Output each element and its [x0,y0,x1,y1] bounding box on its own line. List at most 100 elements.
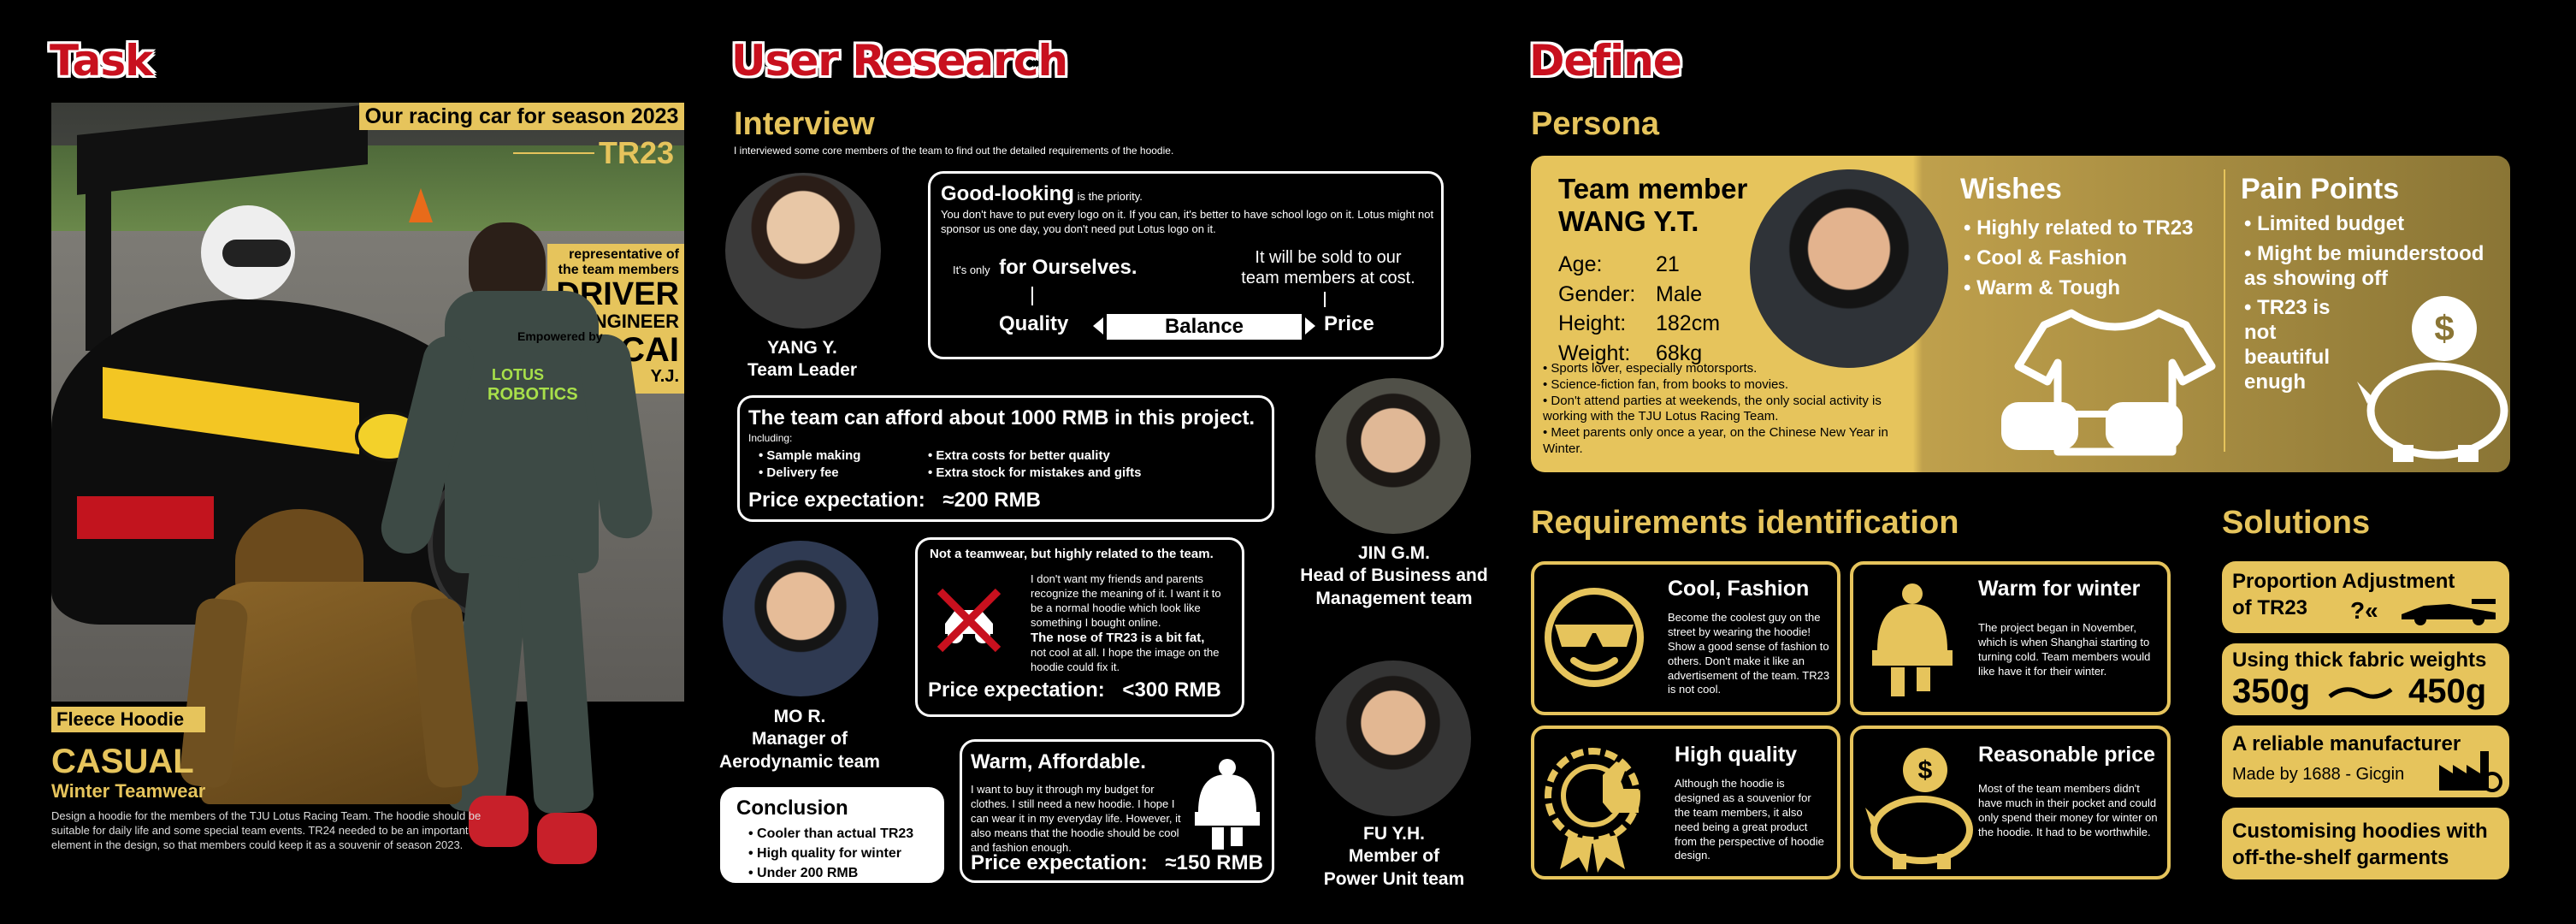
jin-right-item: Extra stock for mistakes and gifts [928,465,1141,482]
persona-bullet: Don't attend parties at weekends, the on… [1543,394,1911,426]
pain-item: Limited budget [2244,212,2501,237]
mo-quote-bubble: Not a teamwear, but highly related to th… [915,537,1244,717]
fleece-hoodie-label: Fleece Hoodie [51,707,205,732]
req-body-cool: Become the coolest guy on the street by … [1668,611,1830,696]
pain-item: Might be miunderstood as showing off [2244,242,2501,292]
interview-heading: Interview [734,106,875,142]
yang-its-only: It's only [953,264,990,276]
fu-quote-bubble: Warm, Affordable. I want to buy it throu… [960,739,1274,883]
persona-card: Team member WANG Y.T. Age: 21 Gender: Male… [1531,156,2510,472]
mo-role-line1: Manager of [751,729,848,749]
solution-fabric-from: 350g [2232,672,2311,710]
beanie-icon [1186,757,1268,851]
piggy-bank-icon: $ [1862,743,1976,871]
pain-item: TR23 is not beautiful enugh [2244,296,2364,394]
svg-text:$: $ [2434,308,2454,348]
factory-icon [2437,748,2502,792]
yang-role: Team Leader [747,360,857,381]
yang-balance: Balance [1107,314,1302,340]
persona-title-line2: WANG Y.T. [1558,204,1699,237]
arrow-down-right [1324,292,1326,307]
svg-text:$: $ [1918,756,1933,785]
req-title-quality: High quality [1675,743,1798,767]
arrow-down-left [1031,287,1033,305]
yang-price: Price [1324,312,1374,335]
piggy-bank-coin-icon: $ [2352,291,2510,462]
mo-quote-title: Not a teamwear, but highly related to th… [930,547,1214,561]
persona-title-line1: Team member [1558,173,1748,204]
jin-left-item: Delivery fee [759,465,860,482]
yang-quote-title: Good-looking [941,182,1074,205]
req-body-warm: The project began in November, which is … [1978,621,2151,678]
question-arrow-icon: ?« [2350,597,2378,624]
conclusion-title: Conclusion [736,797,848,820]
solution-proportion: Proportion Adjustment of TR23 ?« [2222,561,2509,633]
mo-quote-body2: not cool at all. I hope the image on the… [1031,646,1220,673]
no-car-icon [930,581,1008,660]
jin-price-value: ≈200 RMB [942,489,1041,512]
solution-customising-line1: Customising hoodies with [2232,820,2488,843]
persona-heading: Persona [1531,106,1659,142]
persona-field-label: Age: [1558,252,1603,276]
jin-right-item: Extra costs for better quality [928,447,1142,465]
solution-customising-line2: off-the-shelf garments [2232,846,2449,870]
avatar-fu [1315,660,1471,816]
mo-price-label: Price expectation: [928,678,1105,702]
avatar-wang [1750,169,1948,368]
mo-role-line2: Aerodynamic team [719,751,880,772]
yang-sold-line2: team members at cost. [1241,269,1415,287]
avatar-jin [1315,378,1471,534]
fu-role-line2: Power Unit team [1323,868,1465,889]
jin-left-item: Sample making [759,447,860,465]
req-card-cool: Cool, Fashion Become the coolest guy on … [1531,561,1840,715]
persona-divider [2224,169,2225,452]
solution-manufacturer-title: A reliable manufacturer [2232,732,2461,755]
solution-fabric: Using thick fabric weights 350g 450g [2222,643,2509,715]
avatar-mo [723,541,878,696]
persona-bullet: Science-fiction fan, from books to movie… [1543,377,1911,394]
avatar-yang [725,173,881,329]
req-title-warm: Warm for winter [1978,577,2141,601]
tilde-arrow-icon [2326,684,2395,702]
yang-sold-line1: It will be sold to our [1255,248,1402,267]
suit-text-robotics: ROBOTICS [487,385,578,404]
conclusion-item: Cooler than actual TR23 [748,824,913,844]
winter-teamwear-label: Winter Teamwear [51,780,206,802]
pain-points-title: Pain Points [2241,173,2400,205]
solution-manufacturer: A reliable manufacturer Made by 1688 - G… [2222,726,2509,797]
persona-bullet: Meet parents only once a year, on the Ch… [1543,425,1911,458]
solution-fabric-title: Using thick fabric weights [2232,649,2487,672]
req-body-quality: Although the hoodie is designed as a sou… [1675,777,1824,862]
jin-role-line1: Head of Business and [1300,566,1488,586]
persona-field-value: 182cm [1656,311,1721,335]
suit-text-empowered: Empowered by [517,329,603,343]
define-title: Define [1529,36,1682,86]
wish-item: Cool & Fashion [1964,244,2193,274]
conclusion-card: Conclusion Cooler than actual TR23 High … [720,787,944,883]
task-description: Design a hoodie for the members of the T… [51,809,482,851]
casual-label: CASUAL [51,743,194,780]
fu-role-line1: Member of [1348,846,1440,867]
mo-name: MO R. [773,707,826,726]
wish-item: Warm & Tough [1964,274,2193,304]
req-body-price: Most of the team members didn't have muc… [1978,782,2158,838]
conclusion-item: Under 200 RMB [748,863,913,883]
yang-quality: Quality [999,312,1069,335]
persona-field-label: Gender: [1558,281,1636,306]
jin-price-label: Price expectation: [748,489,925,512]
jin-right-list: Extra costs for better quality Extra sto… [928,447,1142,482]
yang-name: YANG Y. [767,338,837,358]
yang-quote-body: You don't have to put every logo on it. … [941,208,1434,235]
mo-price-value: <300 RMB [1122,678,1221,702]
persona-field-value: Male [1656,281,1703,306]
suit-text-lotus: LOTUS [492,366,544,383]
wishes-title: Wishes [1960,173,2062,205]
conclusion-item: High quality for winter [748,844,913,863]
tshirt-glasses-icon [1993,306,2241,460]
yang-for-ourselves: for Ourselves. [999,256,1137,279]
jin-left-list: Sample making Delivery fee [759,447,860,481]
conclusion-list: Cooler than actual TR23 High quality for… [748,824,913,884]
quality-badge-icon [1543,741,1654,874]
jin-including: Including: [748,432,793,444]
solution-customising: Customising hoodies with off-the-shelf g… [2222,808,2509,880]
